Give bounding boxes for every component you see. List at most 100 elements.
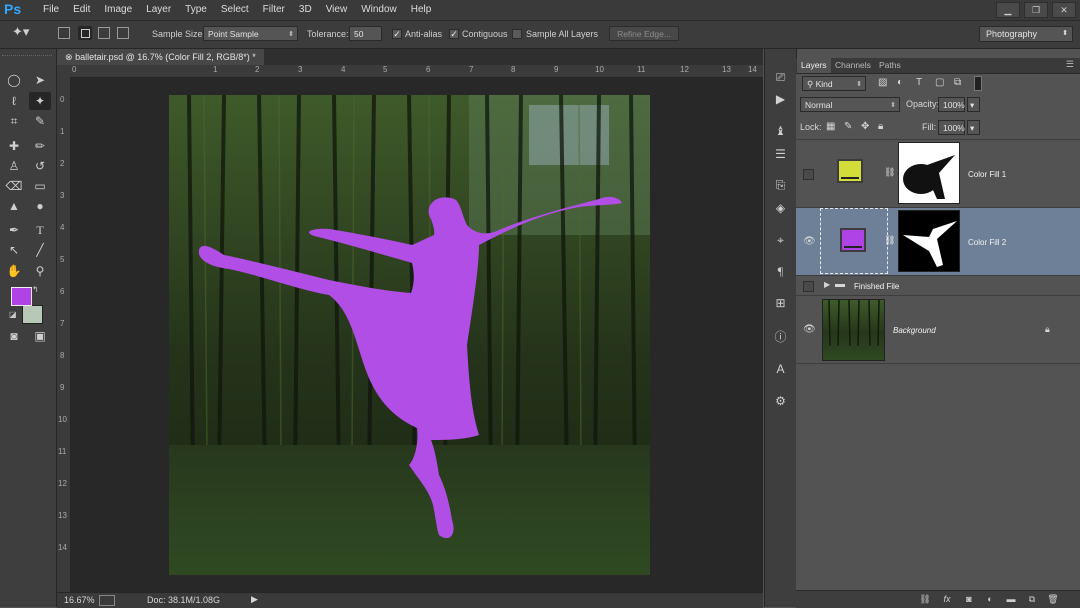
toolbar-grip[interactable]	[2, 51, 52, 56]
fx-icon[interactable]: fx	[940, 593, 954, 605]
gradient-tool-icon[interactable]: ▭	[29, 177, 51, 195]
layer-mask-thumbnail[interactable]	[898, 142, 960, 204]
workspace-select[interactable]: Photography ⬍	[979, 26, 1073, 42]
move-tool-icon[interactable]: ➤	[29, 71, 51, 89]
tab-channels[interactable]: Channels	[831, 58, 875, 73]
layer-name[interactable]: Color Fill 1	[968, 170, 1006, 179]
brush-tool-icon[interactable]: ✏	[29, 137, 51, 155]
panel-menu-icon[interactable]: ☰	[1066, 59, 1074, 70]
history-panel-icon[interactable]: ⎚	[771, 69, 790, 85]
menu-type[interactable]: Type	[178, 0, 214, 20]
magic-wand-tool-icon[interactable]: ✦	[29, 92, 51, 110]
history-brush-tool-icon[interactable]: ↺	[29, 157, 51, 175]
screen-mode-icon[interactable]: ▣	[29, 327, 51, 345]
menu-3d[interactable]: 3D	[292, 0, 319, 20]
restore-button[interactable]: ❐	[1024, 2, 1048, 18]
menu-window[interactable]: Window	[354, 0, 404, 20]
menu-image[interactable]: Image	[97, 0, 139, 20]
layer-group-finished-file[interactable]: ▶ ▬ Finished File	[796, 276, 1080, 296]
refine-edge-button[interactable]: Refine Edge...	[609, 26, 679, 41]
foreground-color-swatch[interactable]	[11, 287, 32, 306]
ruler-origin[interactable]	[57, 65, 70, 77]
fill-input[interactable]: 100%	[938, 120, 965, 135]
new-adjustment-layer-icon[interactable]: ◐	[983, 593, 997, 605]
layer-row-color-fill-1[interactable]: ⛓ Color Fill 1	[796, 140, 1080, 208]
menu-filter[interactable]: Filter	[256, 0, 292, 20]
character-panel-icon[interactable]: A	[771, 361, 790, 377]
layer-filter-select[interactable]: ⚲ Kind ⬍	[802, 76, 866, 91]
paragraph-panel-icon[interactable]: ¶	[771, 263, 790, 279]
menu-edit[interactable]: Edit	[66, 0, 97, 20]
tolerance-input[interactable]: 50	[349, 26, 382, 41]
intersect-selection-icon[interactable]	[117, 27, 129, 39]
clone-source-icon[interactable]: ⎘	[771, 177, 790, 193]
new-selection-icon[interactable]	[58, 27, 70, 39]
navigator-icon[interactable]: ⌖	[771, 232, 790, 248]
actions-panel-icon[interactable]: ▶	[771, 91, 790, 107]
eye-icon[interactable]: 👁︎	[803, 325, 816, 335]
eraser-tool-icon[interactable]: ⌫	[3, 177, 25, 195]
filter-type-icon[interactable]: T	[916, 77, 922, 88]
anti-alias-checkbox[interactable]: ✓	[392, 29, 402, 39]
visibility-toggle-off[interactable]	[803, 169, 814, 180]
dodge-tool-icon[interactable]: ●	[29, 197, 51, 215]
default-colors-icon[interactable]: ◪	[9, 310, 17, 319]
tab-paths[interactable]: Paths	[875, 58, 905, 73]
layer-name[interactable]: Color Fill 2	[968, 238, 1006, 247]
new-layer-icon[interactable]: ⧉	[1025, 593, 1039, 605]
type-tool-icon[interactable]: T	[29, 221, 51, 239]
eye-icon[interactable]: 👁︎	[803, 237, 816, 247]
document-canvas[interactable]	[169, 95, 650, 575]
visibility-toggle-off[interactable]	[803, 281, 814, 292]
magic-wand-tool-preset-icon[interactable]: ✦▾	[12, 25, 29, 39]
path-selection-tool-icon[interactable]: ↖	[3, 241, 25, 259]
properties-panel-icon[interactable]: ⚙	[771, 393, 790, 409]
add-selection-icon[interactable]	[78, 26, 92, 40]
menu-view[interactable]: View	[319, 0, 355, 20]
menu-help[interactable]: Help	[404, 0, 439, 20]
menu-file[interactable]: File	[36, 0, 66, 20]
sample-size-select[interactable]: Point Sample ⬍	[203, 26, 298, 41]
link-layers-icon[interactable]: ⛓	[918, 593, 932, 605]
status-menu-arrow-icon[interactable]: ▶	[251, 594, 258, 605]
lock-pixels-icon[interactable]: ✎	[844, 121, 852, 132]
hand-tool-icon[interactable]: ✋	[3, 262, 25, 280]
close-icon[interactable]: ⊗	[65, 52, 73, 62]
zoom-tool-icon[interactable]: ⚲	[29, 262, 51, 280]
layer-name[interactable]: Background	[893, 326, 936, 335]
spot-healing-tool-icon[interactable]: ✚	[3, 137, 25, 155]
marquee-tool-icon[interactable]: ◯	[3, 71, 25, 89]
layer-row-background[interactable]: 👁︎ Background 🔒︎	[796, 296, 1080, 364]
document-tab[interactable]: ⊗ balletair.psd @ 16.7% (Color Fill 2, R…	[57, 49, 264, 65]
quick-mask-icon[interactable]: ◙	[3, 327, 25, 345]
fill-slider-button[interactable]: ▾	[967, 120, 980, 135]
opacity-input[interactable]: 100%	[938, 97, 965, 112]
sample-all-layers-checkbox[interactable]	[512, 29, 522, 39]
tool-presets-icon[interactable]: ◈	[771, 200, 790, 216]
minimize-button[interactable]: ▁	[996, 2, 1020, 18]
adjustments-icon[interactable]: ⊞	[771, 295, 790, 311]
swap-colors-icon[interactable]: ↰	[32, 285, 39, 294]
filter-shape-icon[interactable]: ▢	[935, 77, 944, 88]
eyedropper-tool-icon[interactable]: ✎	[29, 112, 51, 130]
color-fill-thumbnail[interactable]	[837, 159, 863, 183]
lock-all-icon[interactable]: 🔒︎	[878, 121, 883, 132]
lock-transparent-icon[interactable]: ▦	[826, 121, 835, 132]
close-button[interactable]: ✕	[1052, 2, 1076, 18]
crop-tool-icon[interactable]: ⌗	[3, 112, 25, 130]
horizontal-ruler[interactable]: 0 1 2 3 4 5 6 7 8 9 10 11 12 13 14	[70, 65, 763, 78]
brush-presets-icon[interactable]: ♝	[771, 123, 790, 139]
tab-layers[interactable]: Layers	[797, 58, 831, 73]
trash-icon[interactable]: 🗑︎	[1046, 593, 1060, 605]
vertical-ruler[interactable]: 0 1 2 3 4 5 6 7 8 9 10 11 12 13 14	[57, 77, 71, 592]
background-color-swatch[interactable]	[22, 305, 43, 324]
layer-name[interactable]: Finished File	[854, 282, 899, 291]
new-group-icon[interactable]: ▬	[1004, 593, 1018, 605]
mask-link-icon[interactable]: ⛓	[884, 167, 895, 178]
filter-toggle[interactable]	[974, 76, 982, 91]
status-preview-icon[interactable]	[99, 595, 115, 606]
layer-row-color-fill-2[interactable]: 👁︎ ⛓ Color Fill 2	[796, 208, 1080, 276]
blur-tool-icon[interactable]: ▲	[3, 197, 25, 215]
color-fill-thumbnail[interactable]	[840, 228, 866, 252]
menu-layer[interactable]: Layer	[139, 0, 178, 20]
